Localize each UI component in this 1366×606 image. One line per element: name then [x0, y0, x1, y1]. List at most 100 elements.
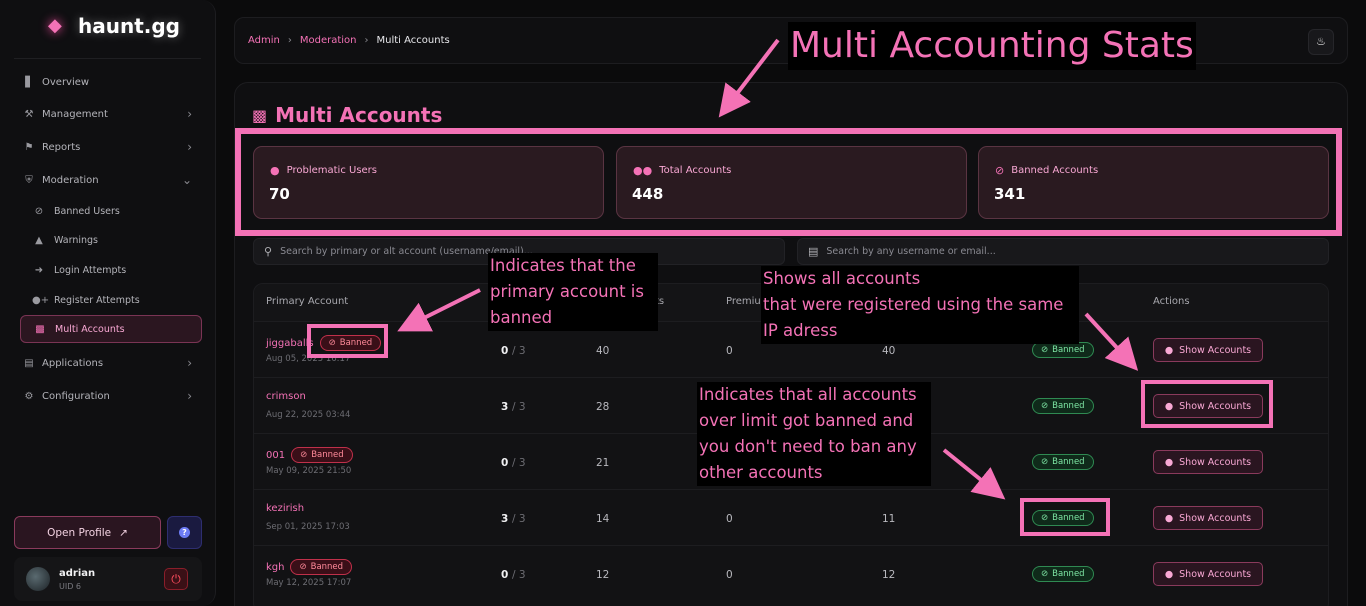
file-icon: ▤	[24, 357, 34, 369]
ghost-logo-icon: ◆	[48, 15, 62, 36]
sidebar-item-label: Moderation	[42, 174, 99, 186]
sidebar-item-configuration[interactable]: ⚙ Configuration ›	[14, 383, 202, 409]
question-icon: ?	[179, 527, 190, 538]
count-value: 3	[501, 401, 509, 413]
show-accounts-button[interactable]: ● Show Accounts	[1153, 506, 1263, 530]
user-icon: ●	[1164, 456, 1174, 468]
chevron-right-icon: ›	[287, 35, 292, 46]
sitemap-icon: ▩	[252, 105, 268, 125]
button-label: Show Accounts	[1179, 568, 1252, 580]
annotation-line: Shows all accounts	[763, 269, 921, 288]
cell-accounts: 14	[596, 513, 610, 525]
help-button[interactable]: ?	[167, 516, 202, 549]
chevron-right-icon: ›	[364, 35, 369, 46]
account-count: 0 / 3	[501, 569, 526, 581]
account-name[interactable]: 001	[266, 450, 285, 461]
hammer-icon: ⚒	[24, 108, 34, 120]
account-name[interactable]: kezirish	[266, 503, 304, 514]
annotation-highlight-all-banned	[1020, 498, 1110, 536]
open-profile-button[interactable]: Open Profile ↗	[14, 516, 161, 549]
page-title-text: Multi Accounts	[275, 103, 443, 127]
cell-banned-count: 12	[882, 569, 896, 581]
count-limit: / 3	[511, 457, 526, 469]
sidebar-item-management[interactable]: ⚒ Management ›	[14, 101, 202, 127]
banned-badge: ⊘ Banned	[290, 559, 353, 575]
annotation-highlight-stats	[235, 128, 1342, 236]
brand-logo[interactable]: ◆ haunt.gg	[48, 14, 180, 38]
shield-icon: ⛨	[25, 174, 33, 186]
user-icon: ●	[1164, 344, 1174, 356]
account-date: May 12, 2025 17:07	[266, 578, 352, 588]
sidebar-item-reports[interactable]: ⚑ Reports ›	[14, 134, 202, 160]
annotation-line: that were registered using the same	[763, 295, 1064, 314]
account-date: May 09, 2025 21:50	[266, 466, 352, 476]
count-value: 0	[501, 569, 509, 581]
sidebar-item-moderation[interactable]: ⛨ Moderation ⌄	[14, 167, 202, 193]
account-count: 0 / 3	[501, 457, 526, 469]
account-date: Aug 22, 2025 03:44	[266, 410, 351, 420]
sidebar-item-warnings[interactable]: ▲ Warnings	[20, 227, 202, 253]
breadcrumb-moderation[interactable]: Moderation	[300, 35, 357, 46]
user-name: adrian	[59, 568, 96, 579]
search-any-input[interactable]: ▤ Search by any username or email...	[797, 238, 1329, 265]
count-limit: / 3	[511, 513, 526, 525]
count-limit: / 3	[511, 345, 526, 357]
count-limit: / 3	[511, 401, 526, 413]
chevron-right-icon: ›	[187, 140, 192, 154]
ban-icon: ⊘	[34, 205, 44, 217]
avatar[interactable]	[26, 567, 50, 591]
sidebar-divider	[14, 58, 201, 59]
annotation-line: IP adress	[763, 321, 838, 340]
breadcrumb: Admin › Moderation › Multi Accounts	[248, 35, 450, 46]
chart-bar-icon: ▋	[25, 76, 33, 88]
ban-icon: ⊘	[300, 450, 308, 460]
show-accounts-button[interactable]: ● Show Accounts	[1153, 450, 1263, 474]
badge-label: Banned	[1052, 457, 1085, 467]
breadcrumb-admin[interactable]: Admin	[248, 35, 280, 46]
sidebar-item-multi-accounts[interactable]: ▩ Multi Accounts	[20, 315, 202, 343]
count-value: 0	[501, 457, 509, 469]
account-name[interactable]: crimson	[266, 391, 306, 402]
cell-premium: 0	[726, 513, 733, 525]
logout-button[interactable]: ⏻	[164, 568, 188, 590]
cell-premium: 0	[726, 569, 733, 581]
annotation-line: Indicates that all accounts	[699, 385, 917, 404]
cell-banned-count: 11	[882, 513, 896, 525]
all-banned-badge: ⊘ Banned	[1032, 566, 1094, 582]
cell-accounts: 28	[596, 401, 610, 413]
count-value: 3	[501, 513, 509, 525]
badge-label: Banned	[311, 450, 344, 460]
annotation-show-accounts: Shows all accounts that were registered …	[761, 266, 1079, 344]
gear-icon: ⚙	[24, 390, 34, 402]
sidebar-item-banned-users[interactable]: ⊘ Banned Users	[20, 198, 202, 224]
search-icon: ⚲	[264, 245, 273, 258]
user-plus-icon: ●+	[32, 294, 50, 306]
sidebar-item-login-attempts[interactable]: ➜ Login Attempts	[20, 257, 202, 283]
user-card: adrian UID 6 ⏻	[14, 557, 202, 601]
ban-icon: ⊘	[1041, 457, 1049, 467]
notifications-button[interactable]: ♨	[1308, 29, 1334, 55]
button-label: Show Accounts	[1179, 512, 1252, 524]
annotation-line: primary account is	[490, 282, 644, 301]
brand-name: haunt.gg	[78, 14, 181, 38]
cell-premium: 0	[726, 345, 733, 357]
sidebar-item-overview[interactable]: ▋ Overview	[14, 69, 202, 95]
show-accounts-button[interactable]: ● Show Accounts	[1153, 562, 1263, 586]
header-primary-account: Primary Account	[266, 296, 349, 307]
annotation-highlight-banned-badge	[307, 324, 388, 358]
ban-icon: ⊘	[1041, 569, 1049, 579]
chevron-right-icon: ›	[187, 389, 192, 403]
account-date: Sep 01, 2025 17:03	[266, 522, 350, 532]
all-banned-badge: ⊘ Banned	[1032, 454, 1094, 470]
badge-label: Banned	[1052, 401, 1085, 411]
sidebar-item-label: Overview	[42, 76, 90, 88]
annotation-primary-banned: Indicates that the primary account is ba…	[488, 253, 658, 331]
cell-banned-count: 40	[882, 345, 896, 357]
show-accounts-button[interactable]: ● Show Accounts	[1153, 338, 1263, 362]
annotation-line: other accounts	[699, 463, 823, 482]
ban-icon: ⊘	[1041, 345, 1049, 355]
sidebar-item-register-attempts[interactable]: ●+ Register Attempts	[20, 287, 202, 313]
account-name[interactable]: kgh	[266, 562, 284, 573]
chevron-right-icon: ›	[187, 107, 192, 121]
sidebar-item-applications[interactable]: ▤ Applications ›	[14, 350, 202, 376]
